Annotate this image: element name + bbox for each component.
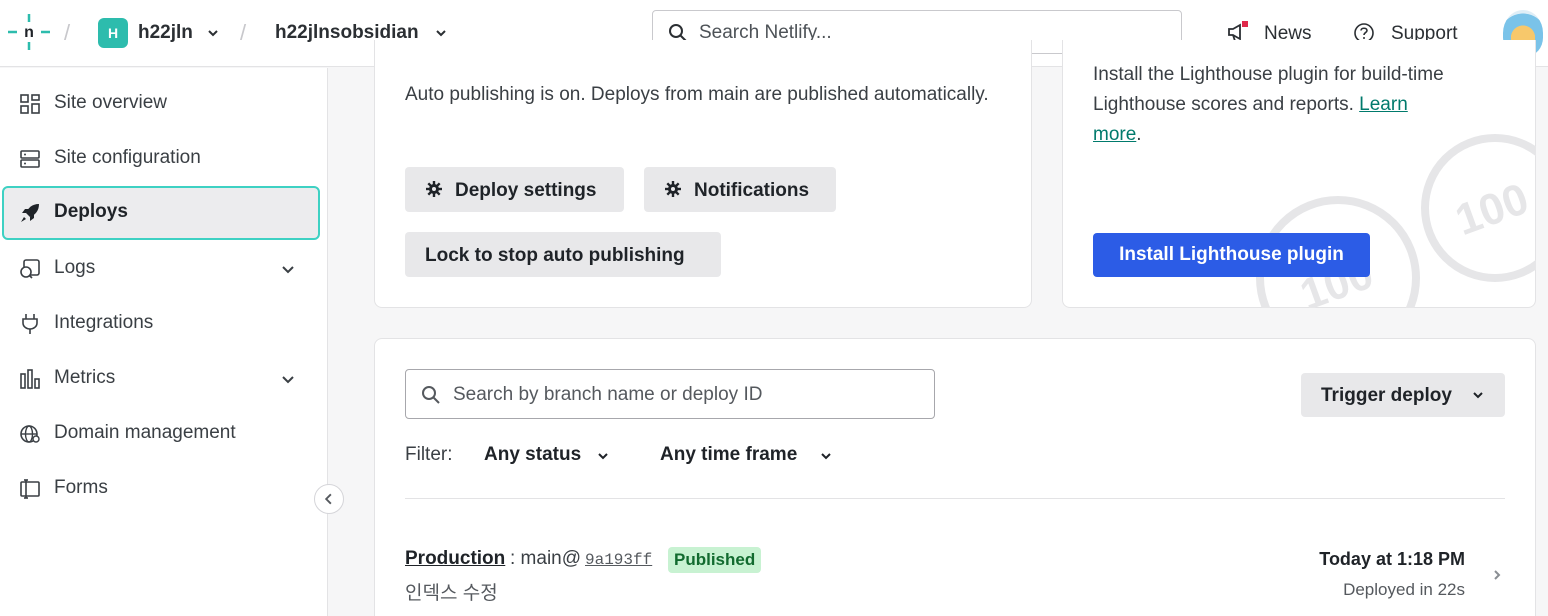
sidebar-item-label: Logs [54, 257, 96, 278]
sidebar-item-metrics[interactable]: Metrics [2, 352, 320, 406]
breadcrumb-separator: / [64, 20, 71, 45]
trigger-deploy-label: Trigger deploy [1321, 385, 1452, 406]
dashboard-icon [20, 94, 40, 114]
sidebar-item-label: Deploys [54, 201, 128, 222]
rocket-icon [21, 204, 39, 222]
globe-icon [20, 425, 40, 443]
time-filter-dropdown[interactable]: Any time frame [660, 444, 797, 466]
divider [405, 498, 1505, 499]
lighthouse-description: Install the Lighthouse plugin for build-… [1093, 60, 1453, 150]
chevron-down-icon[interactable] [819, 449, 833, 463]
team-avatar[interactable]: H [98, 18, 128, 48]
sidebar-item-logs[interactable]: Logs [2, 242, 320, 296]
deploy-duration: Deployed in 22s [1343, 580, 1465, 599]
lock-publishing-button[interactable]: Lock to stop auto publishing [405, 232, 721, 277]
sidebar-item-label: Metrics [54, 367, 116, 388]
score-deco-text: 100 [1449, 174, 1535, 245]
deploy-time: Today at 1:18 PM [1319, 549, 1465, 569]
deploy-search-placeholder: Search by branch name or deploy ID [453, 384, 763, 405]
chevron-down-icon [1473, 392, 1483, 399]
chevron-down-icon[interactable] [434, 26, 448, 40]
chevron-down-icon[interactable] [280, 262, 296, 278]
svg-text:n: n [24, 24, 34, 41]
deploy-search-input[interactable]: Search by branch name or deploy ID [405, 369, 935, 419]
sidebar: Site overview Site configuration Deploys… [0, 68, 328, 616]
team-name[interactable]: h22jln [138, 22, 193, 44]
auto-publishing-text: Auto publishing is on. Deploys from main… [405, 84, 989, 105]
sidebar-item-integrations[interactable]: Integrations [2, 297, 320, 351]
netlify-logo-icon[interactable]: n [8, 14, 50, 50]
search-icon [422, 386, 440, 404]
status-badge: Published [668, 547, 762, 573]
sidebar-item-label: Forms [54, 477, 108, 498]
notifications-label: Notifications [694, 180, 810, 201]
deploy-settings-label: Deploy settings [455, 180, 597, 201]
chevron-right-icon[interactable] [1491, 567, 1503, 583]
deploy-branch: : main@ [510, 548, 582, 569]
chevron-down-icon[interactable] [280, 372, 296, 388]
gear-icon [665, 181, 681, 197]
forms-icon [20, 479, 40, 499]
chevron-down-icon[interactable] [596, 449, 610, 463]
sidebar-item-site-configuration[interactable]: Site configuration [2, 132, 320, 186]
sidebar-item-deploys[interactable]: Deploys [2, 186, 320, 240]
chevron-left-icon[interactable] [314, 484, 344, 514]
filter-label: Filter: [405, 444, 453, 465]
deploy-context-link[interactable]: Production [405, 548, 505, 570]
commit-sha-link[interactable]: 9a193ff [585, 551, 652, 569]
commit-message: 인덱스 수정 [405, 583, 498, 604]
breadcrumb-separator: / [240, 20, 247, 45]
deploy-settings-button[interactable]: Deploy settings [405, 167, 624, 212]
gear-icon [426, 181, 442, 197]
logs-icon [20, 259, 40, 279]
lock-publishing-label: Lock to stop auto publishing [425, 245, 685, 266]
sidebar-item-label: Site overview [54, 92, 167, 113]
trigger-deploy-button[interactable]: Trigger deploy [1301, 373, 1505, 417]
sidebar-item-site-overview[interactable]: Site overview [2, 77, 320, 131]
sidebar-item-forms[interactable]: Forms [2, 462, 320, 516]
install-lighthouse-button[interactable]: Install Lighthouse plugin [1093, 233, 1370, 277]
notifications-button[interactable]: Notifications [644, 167, 836, 212]
sidebar-item-label: Integrations [54, 312, 154, 333]
plug-icon [22, 314, 38, 334]
status-filter-dropdown[interactable]: Any status [484, 444, 581, 466]
bar-chart-icon [20, 369, 40, 389]
lighthouse-period: . [1136, 124, 1142, 145]
chevron-down-icon[interactable] [206, 26, 220, 40]
config-icon [20, 150, 40, 168]
sidebar-item-domain-management[interactable]: Domain management [2, 407, 320, 461]
sidebar-item-label: Domain management [54, 422, 236, 443]
sidebar-item-label: Site configuration [54, 147, 201, 168]
